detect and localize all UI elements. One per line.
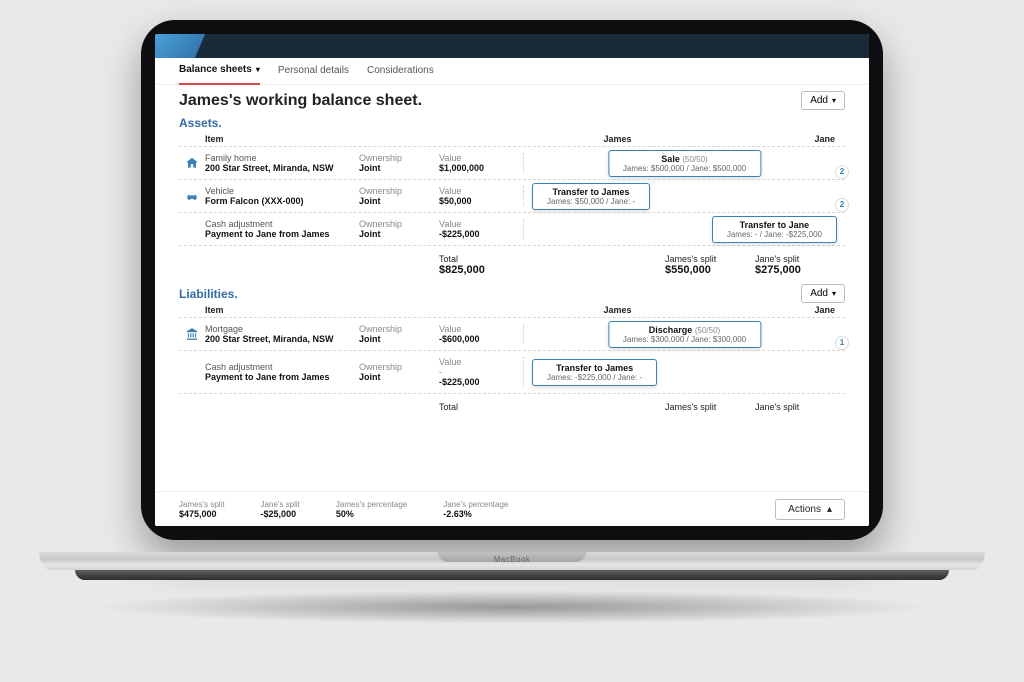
add-label: Add [810, 95, 828, 106]
col-item: Item [179, 134, 385, 144]
col-james: James [545, 134, 690, 144]
row-badge[interactable]: 1 [835, 336, 849, 350]
action-card-transfer-james[interactable]: Transfer to James James: $50,000 / Jane:… [532, 183, 650, 210]
asset-row: Cash adjustment Payment to Jane from Jam… [179, 212, 845, 245]
item: Cash adjustment Payment to Jane from Jam… [205, 362, 359, 382]
tab-label: Balance sheets [179, 57, 252, 83]
item: Family home 200 Star Street, Miranda, NS… [205, 153, 359, 173]
tab-personal-details[interactable]: Personal details [278, 58, 349, 84]
add-asset-button[interactable]: Add ▾ [801, 91, 845, 110]
row-badge[interactable]: 2 [835, 198, 849, 212]
chevron-down-icon: ▾ [832, 289, 836, 298]
page-header: James's working balance sheet. Add ▾ [155, 85, 869, 114]
tab-label: Personal details [278, 58, 349, 84]
asset-row: Vehicle Form Falcon (XXX-000) Ownership … [179, 179, 845, 212]
row-badge[interactable]: 2 [835, 165, 849, 179]
action-card-transfer-jane[interactable]: Transfer to Jane James: - / Jane: -$225,… [712, 216, 837, 243]
summary-james-split: James's split $475,000 [179, 500, 225, 519]
item: Vehicle Form Falcon (XXX-000) [205, 186, 359, 206]
tabs: Balance sheets ▾ Personal details Consid… [155, 58, 869, 85]
summary-jane-split: Jane's split -$25,000 [261, 500, 300, 519]
page-title: James's working balance sheet. [179, 92, 422, 110]
column-headers: Item James Jane [179, 132, 845, 146]
tab-considerations[interactable]: Considerations [367, 58, 434, 84]
bank-icon [179, 327, 205, 341]
chevron-up-icon: ▴ [827, 504, 832, 515]
liability-row: Mortgage 200 Star Street, Miranda, NSW O… [179, 317, 845, 350]
app-header [155, 34, 869, 58]
summary-jane-pct: Jane's percentage -2.63% [443, 500, 508, 519]
tab-balance-sheets[interactable]: Balance sheets ▾ [179, 57, 260, 85]
car-icon [179, 189, 205, 203]
shadow [90, 590, 934, 624]
home-icon [179, 156, 205, 170]
assets-section: Assets. Item James Jane Family home 200 … [155, 114, 869, 282]
laptop-base: MacBook [39, 552, 985, 584]
summary-bar: James's split $475,000 Jane's split -$25… [155, 491, 869, 526]
liability-row: Cash adjustment Payment to Jane from Jam… [179, 350, 845, 393]
action-card-transfer-james[interactable]: Transfer to James James: -$225,000 / Jan… [532, 359, 657, 386]
chevron-down-icon: ▾ [256, 57, 260, 83]
liabilities-section: Liabilities. Add ▾ Item James Jane [155, 282, 869, 418]
tab-label: Considerations [367, 58, 434, 84]
item: Mortgage 200 Star Street, Miranda, NSW [205, 324, 359, 344]
section-label-assets: Assets. [179, 116, 845, 130]
action-card-sale[interactable]: Sale (50/50) James: $500,000 / Jane: $50… [608, 150, 761, 177]
item: Cash adjustment Payment to Jane from Jam… [205, 219, 359, 239]
col-item: Item [179, 305, 385, 315]
chevron-down-icon: ▾ [832, 96, 836, 105]
assets-totals: Total $825,000 James's split $550,000 Ja… [179, 245, 845, 282]
col-jane: Jane [690, 305, 845, 315]
laptop-brand: MacBook [39, 555, 985, 564]
screen: Balance sheets ▾ Personal details Consid… [155, 34, 869, 526]
add-label: Add [810, 288, 828, 299]
liabilities-totals: Total James's split Jane's split [179, 393, 845, 418]
add-liability-button[interactable]: Add ▾ [801, 284, 845, 303]
asset-row: Family home 200 Star Street, Miranda, NS… [179, 146, 845, 179]
col-jane: Jane [690, 134, 845, 144]
action-card-discharge[interactable]: Discharge (50/50) James: $300,000 / Jane… [608, 321, 761, 348]
actions-button[interactable]: Actions ▴ [775, 499, 845, 520]
section-label-liabilities: Liabilities. [179, 287, 238, 301]
col-james: James [545, 305, 690, 315]
summary-james-pct: James's percentage 50% [336, 500, 407, 519]
laptop-frame: Balance sheets ▾ Personal details Consid… [141, 20, 883, 540]
column-headers: Item James Jane [179, 303, 845, 317]
